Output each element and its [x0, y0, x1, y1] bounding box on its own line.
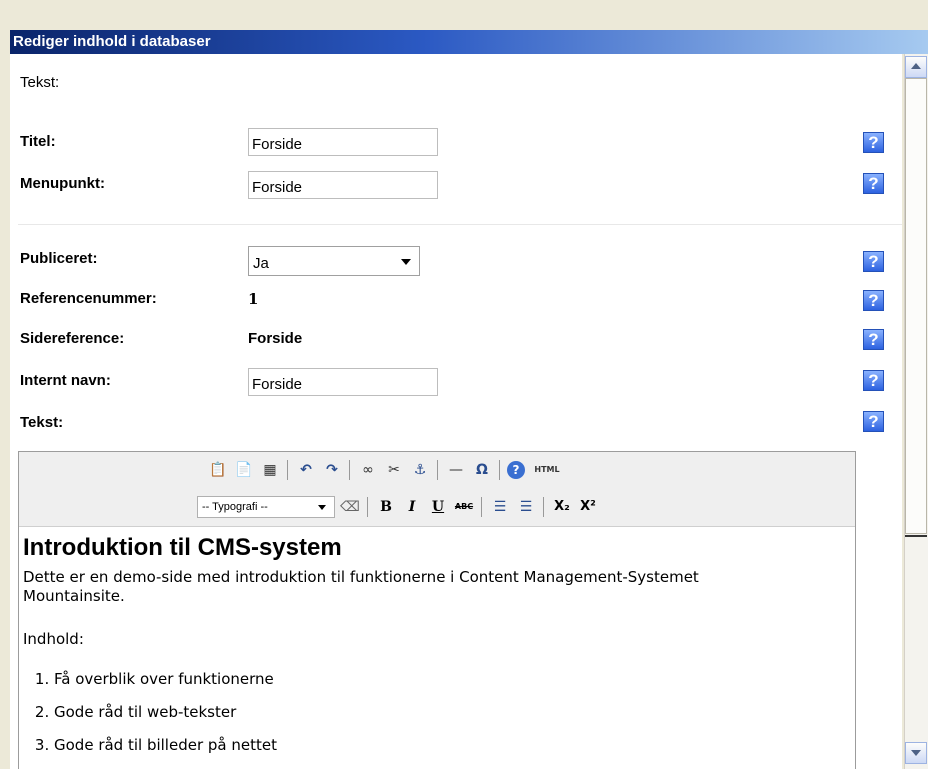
publiceret-help-icon[interactable]: ?	[863, 251, 884, 272]
internt-navn-input[interactable]: Forside	[248, 368, 438, 396]
toolbar-separator	[437, 460, 438, 480]
list-item: Få overblik over funktionerne	[54, 670, 277, 689]
referencenummer-value: 1	[248, 290, 259, 308]
titel-input[interactable]: Forside	[248, 128, 438, 156]
referencenummer-help-icon[interactable]: ?	[863, 290, 884, 311]
menupunkt-label: Menupunkt:	[20, 175, 105, 192]
arrow-down-icon	[911, 750, 921, 756]
html-icon[interactable]: HTML	[531, 460, 563, 480]
subscript-icon[interactable]: X₂	[551, 497, 573, 517]
undo-icon[interactable]: ↶	[295, 460, 317, 480]
toolbar-separator	[499, 460, 500, 480]
toolbar-separator	[367, 497, 368, 517]
form-divider	[18, 224, 902, 225]
unlink-icon[interactable]: ✂	[383, 460, 405, 480]
clear-format-icon[interactable]: ⌫	[339, 497, 361, 517]
select-all-icon[interactable]: ▦	[259, 460, 281, 480]
menupunkt-input[interactable]: Forside	[248, 171, 438, 199]
rich-text-editor: 📋 📄 ▦ ↶ ↷ ∞ ✂ ⚓ — Ω ? HTML -- Typografi …	[18, 451, 856, 769]
sidereference-label: Sidereference:	[20, 330, 125, 347]
tekst-label: Tekst:	[20, 414, 64, 431]
menupunkt-help-icon[interactable]: ?	[863, 173, 884, 194]
bullet-list-icon[interactable]: ☰	[489, 497, 511, 517]
section-label: Tekst:	[20, 74, 60, 91]
content-heading: Introduktion til CMS-system	[23, 534, 342, 561]
toolbar-separator	[543, 497, 544, 517]
list-item: Gode råd til billeder på nettet	[54, 736, 277, 755]
chevron-down-icon	[401, 259, 411, 265]
content-paragraph: Dette er en demo-side med introduktion t…	[23, 568, 699, 605]
window-titlebar: Rediger indhold i databaser	[10, 30, 928, 54]
referencenummer-label: Referencenummer:	[20, 290, 157, 307]
superscript-icon[interactable]: X²	[577, 497, 599, 517]
content-indhold: Indhold:	[23, 630, 84, 648]
strikethrough-icon[interactable]: ABC	[451, 497, 477, 517]
internt-navn-help-icon[interactable]: ?	[863, 370, 884, 391]
format-select-value: -- Typografi --	[202, 501, 268, 513]
titel-help-icon[interactable]: ?	[863, 132, 884, 153]
publiceret-select[interactable]: Ja	[248, 246, 420, 276]
content-list: Få overblik over funktionerne Gode råd t…	[23, 656, 277, 755]
toolbar-separator	[287, 460, 288, 480]
paste-word-icon[interactable]: 📄	[233, 460, 255, 480]
link-icon[interactable]: ∞	[357, 460, 379, 480]
vertical-scrollbar[interactable]	[904, 54, 928, 769]
scroll-up-button[interactable]	[905, 56, 927, 78]
horizontal-rule-icon[interactable]: —	[445, 460, 467, 480]
format-select[interactable]: -- Typografi --	[197, 496, 335, 518]
editor-help-icon[interactable]: ?	[507, 461, 525, 479]
sidereference-value: Forside	[248, 330, 303, 347]
toolbar-separator	[349, 460, 350, 480]
tekst-help-icon[interactable]: ?	[863, 411, 884, 432]
toolbar-separator	[481, 497, 482, 517]
scroll-down-button[interactable]	[905, 742, 927, 764]
sidereference-help-icon[interactable]: ?	[863, 329, 884, 350]
arrow-up-icon	[911, 63, 921, 69]
publiceret-selected: Ja	[253, 255, 269, 272]
scroll-thumb-edge	[905, 535, 927, 537]
underline-icon[interactable]: U	[427, 497, 449, 517]
publiceret-label: Publiceret:	[20, 250, 98, 267]
editor-toolbar: 📋 📄 ▦ ↶ ↷ ∞ ✂ ⚓ — Ω ? HTML -- Typografi …	[19, 452, 855, 527]
chevron-down-icon	[318, 505, 326, 510]
internt-navn-label: Internt navn:	[20, 372, 111, 389]
special-char-icon[interactable]: Ω	[471, 460, 493, 480]
redo-icon[interactable]: ↷	[321, 460, 343, 480]
titel-label: Titel:	[20, 133, 56, 150]
window-title: Rediger indhold i databaser	[13, 33, 211, 50]
list-item: Gode råd til web-tekster	[54, 703, 277, 722]
numbered-list-icon[interactable]: ☰	[515, 497, 537, 517]
bold-icon[interactable]: B	[375, 497, 397, 517]
scroll-thumb[interactable]	[905, 78, 927, 534]
paste-text-icon[interactable]: 📋	[207, 460, 229, 480]
italic-icon[interactable]: I	[401, 497, 423, 517]
anchor-icon[interactable]: ⚓	[409, 460, 431, 480]
